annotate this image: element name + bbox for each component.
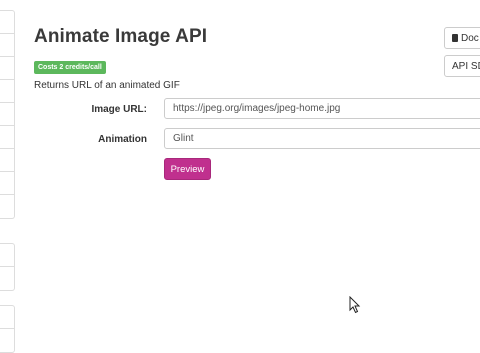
credits-badge: Costs 2 credits/call — [34, 61, 106, 74]
sidebar — [0, 0, 15, 353]
api-sdk-button[interactable]: API SD — [444, 55, 480, 77]
sidebar-item[interactable] — [0, 149, 14, 172]
animation-label: Animation — [98, 134, 147, 145]
sidebar-group-main — [0, 10, 15, 219]
sidebar-item[interactable] — [0, 329, 14, 352]
sidebar-item[interactable] — [0, 34, 14, 57]
sidebar-item[interactable] — [0, 244, 14, 267]
sidebar-group-tertiary — [0, 305, 15, 353]
book-icon — [452, 34, 458, 42]
api-sdk-button-label: API SD — [452, 60, 480, 72]
sidebar-item[interactable] — [0, 80, 14, 103]
animation-select[interactable]: Glint — [164, 128, 480, 149]
page-title: Animate Image API — [34, 26, 208, 47]
sidebar-item[interactable] — [0, 306, 14, 329]
docs-button-label: Doc — [461, 32, 479, 44]
sidebar-group-secondary — [0, 243, 15, 291]
sidebar-item[interactable] — [0, 267, 14, 290]
preview-button[interactable]: Preview — [164, 158, 211, 180]
mouse-cursor-icon — [349, 296, 361, 314]
page-description: Returns URL of an animated GIF — [34, 80, 180, 91]
docs-button[interactable]: Doc — [444, 27, 480, 49]
sidebar-item[interactable] — [0, 195, 14, 218]
image-url-label: Image URL: — [91, 104, 147, 115]
image-url-input[interactable]: https://jpeg.org/images/jpeg-home.jpg — [164, 98, 480, 119]
sidebar-item[interactable] — [0, 57, 14, 80]
sidebar-item[interactable] — [0, 126, 14, 149]
sidebar-item[interactable] — [0, 172, 14, 195]
sidebar-item[interactable] — [0, 103, 14, 126]
sidebar-item[interactable] — [0, 11, 14, 34]
